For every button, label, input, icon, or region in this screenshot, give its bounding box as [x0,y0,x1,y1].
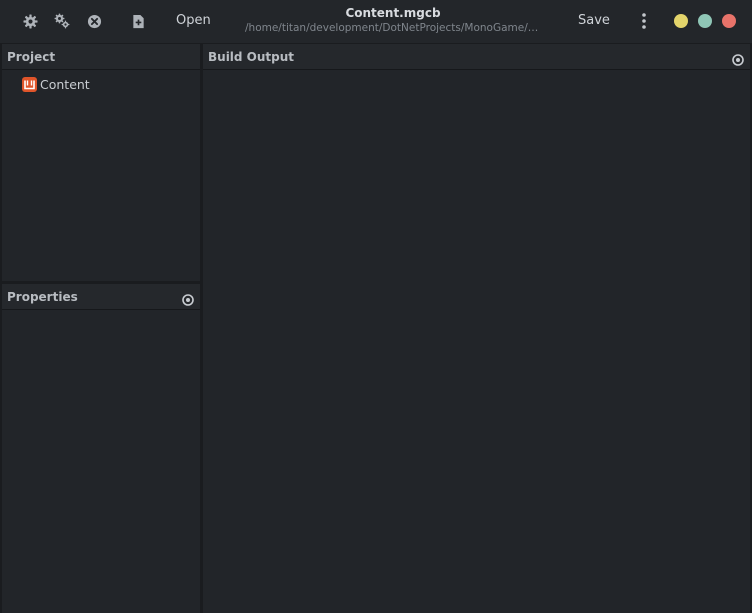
tree-item-content[interactable]: Content [22,75,90,93]
save-button[interactable]: Save [578,13,610,28]
build-output-panel-header: Build Output [203,44,750,70]
app-window: Open Content.mgcb /home/titan/developmen… [0,0,752,613]
close-circle-icon[interactable] [85,12,103,30]
window-subtitle: /home/titan/development/DotNetProjects/M… [245,22,541,34]
build-output-log[interactable] [203,71,750,613]
maximize-button[interactable] [698,14,712,28]
project-panel-header: Project [2,44,200,70]
close-window-button[interactable] [722,14,736,28]
header-bar: Open Content.mgcb /home/titan/developmen… [0,0,752,43]
properties-settings-icon[interactable] [182,291,194,306]
kebab-menu-icon[interactable] [636,11,652,31]
gear-icon[interactable] [21,12,39,30]
build-output-panel: Build Output [203,44,750,613]
minimize-button[interactable] [674,14,688,28]
project-panel: Project Content [2,44,200,281]
monogame-icon [22,76,37,92]
window-title: Content.mgcb [345,6,441,20]
cogs-icon[interactable] [53,12,71,30]
project-panel-title: Project [7,50,56,64]
open-button[interactable]: Open [176,13,211,28]
build-output-settings-icon[interactable] [732,51,744,66]
properties-panel-title: Properties [7,290,78,304]
properties-panel: Properties [2,284,200,613]
properties-panel-header: Properties [2,284,200,310]
tree-item-label: Content [40,76,90,92]
build-output-panel-title: Build Output [208,50,295,64]
new-file-icon[interactable] [129,12,147,30]
